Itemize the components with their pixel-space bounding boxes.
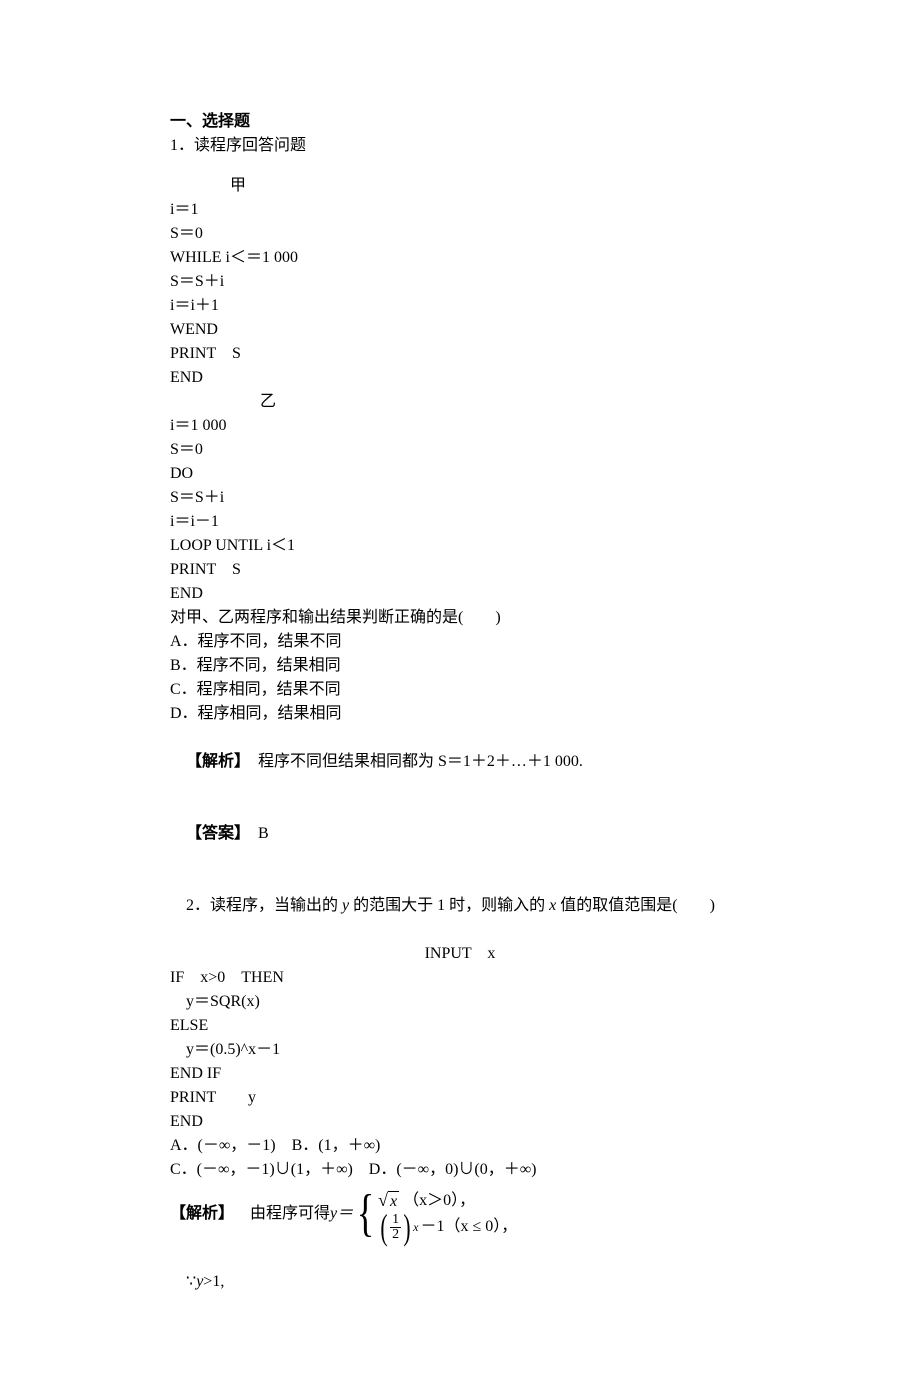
q1-opt-c: C．程序相同，结果不同: [170, 678, 750, 702]
q2-analysis-line: 【解析】 由程序可得 y＝ { √x （x＞0）， ( 1 2 ) x －1（x…: [170, 1188, 750, 1240]
q1-progb-1: S＝0: [170, 438, 750, 462]
q1-proga-3: S＝S＋i: [170, 270, 750, 294]
q1-opt-a: A．程序不同，结果不同: [170, 630, 750, 654]
q2-stem-prefix: 2．读程序，当输出的: [186, 897, 342, 914]
analysis-text-1: 程序不同但结果相同都为 S＝1＋2＋…＋1 000.: [242, 753, 583, 770]
q1-opt-b: B．程序不同，结果相同: [170, 654, 750, 678]
section-heading: 一、选择题: [170, 110, 750, 134]
q2-opt-ab: A．(－∞，－1) B．(1，＋∞): [170, 1134, 750, 1158]
q1-progb-5: LOOP UNTIL i＜1: [170, 534, 750, 558]
analysis-label-2: 【解析】: [170, 1202, 234, 1226]
q1-opt-d: D．程序相同，结果相同: [170, 702, 750, 726]
left-brace-icon: {: [357, 1188, 374, 1240]
q2-analysis-prefix: 由程序可得: [234, 1202, 330, 1226]
analysis-label: 【解析】: [186, 753, 242, 770]
q2-prog-5: PRINT y: [170, 1086, 750, 1110]
q1-proga-1: S＝0: [170, 222, 750, 246]
answer-label: 【答案】: [186, 825, 242, 842]
q2-prog-3: y＝(0.5)^x－1: [170, 1038, 750, 1062]
q2-prog-0: IF x>0 THEN: [170, 966, 750, 990]
piece-1: √x （x＞0），: [378, 1188, 475, 1214]
q1-progb-2: DO: [170, 462, 750, 486]
q1-progb-0: i＝1 000: [170, 414, 750, 438]
q1-proga-2: WHILE i＜＝1 000: [170, 246, 750, 270]
q1-progb-3: S＝S＋i: [170, 486, 750, 510]
q2-prog-6: END: [170, 1110, 750, 1134]
q2-prog-1: y＝SQR(x): [170, 990, 750, 1014]
q1-stem: 1．读程序回答问题: [170, 134, 750, 158]
piecewise: √x （x＞0）， ( 1 2 ) x －1（x ≤ 0），: [376, 1188, 517, 1240]
q2-input-line: INPUT x: [170, 942, 750, 966]
q1-proga-6: PRINT S: [170, 342, 750, 366]
y-eq: y＝: [330, 1202, 353, 1226]
q1-progb-7: END: [170, 582, 750, 606]
q1-label-a: 甲: [170, 174, 750, 198]
q2-opt-cd: C．(－∞，－1)∪(1，＋∞) D．(－∞，0)∪(0，＋∞): [170, 1158, 750, 1182]
page-container: 一、选择题 1．读程序回答问题 甲 i＝1 S＝0 WHILE i＜＝1 000…: [0, 0, 920, 1398]
piece2-tail: －1（x ≤ 0），: [420, 1217, 517, 1236]
q2-stem-mid2: 值的取值范围是( ): [556, 897, 715, 914]
q1-proga-7: END: [170, 366, 750, 390]
q1-answer: 【答案】 B: [170, 798, 750, 870]
answer-text-1: B: [242, 825, 269, 842]
q1-progb-6: PRINT S: [170, 558, 750, 582]
piece1-cond: （x＞0），: [403, 1191, 475, 1210]
q2-prog-4: END IF: [170, 1062, 750, 1086]
q1-proga-4: i＝i＋1: [170, 294, 750, 318]
q2-since: ∵y>1,: [170, 1246, 750, 1318]
q1-analysis: 【解析】 程序不同但结果相同都为 S＝1＋2＋…＋1 000.: [170, 726, 750, 798]
piece-2: ( 1 2 ) x －1（x ≤ 0），: [378, 1214, 517, 1240]
q1-label-b: 乙: [170, 390, 750, 414]
q1-progb-4: i＝i－1: [170, 510, 750, 534]
q1-question-tail: 对甲、乙两程序和输出结果判断正确的是( ): [170, 606, 750, 630]
q2-prog-2: ELSE: [170, 1014, 750, 1038]
q2-stem: 2．读程序，当输出的 y 的范围大于 1 时，则输入的 x 值的取值范围是( ): [170, 870, 750, 942]
q1-proga-5: WEND: [170, 318, 750, 342]
q1-proga-0: i＝1: [170, 198, 750, 222]
q2-stem-mid1: 的范围大于 1 时，则输入的: [349, 897, 549, 914]
